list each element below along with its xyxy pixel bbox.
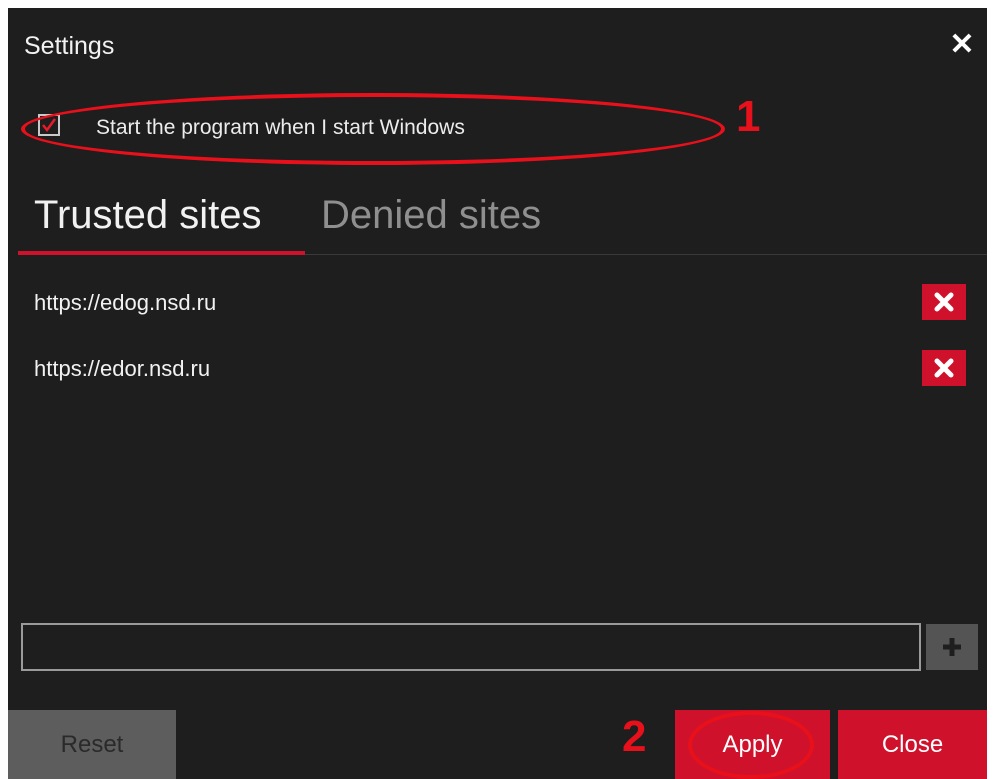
new-site-input[interactable] xyxy=(21,623,921,671)
dialog-title: Settings xyxy=(24,32,115,60)
tab-trusted-sites[interactable]: Trusted sites xyxy=(34,193,261,238)
annotation-ellipse-2 xyxy=(688,711,814,779)
list-item: https://edor.nsd.ru xyxy=(8,350,987,390)
delete-site-button[interactable] xyxy=(922,284,966,320)
close-button[interactable]: Close xyxy=(838,710,987,779)
delete-icon xyxy=(934,358,954,378)
delete-site-button[interactable] xyxy=(922,350,966,386)
annotation-ellipse-1 xyxy=(21,93,725,165)
delete-icon xyxy=(934,292,954,312)
active-tab-indicator xyxy=(18,251,305,255)
reset-button[interactable]: Reset xyxy=(8,710,176,779)
close-icon[interactable]: ✕ xyxy=(945,28,979,62)
annotation-marker-1: 1 xyxy=(736,92,761,141)
plus-icon xyxy=(943,638,961,656)
tab-denied-sites[interactable]: Denied sites xyxy=(321,193,541,238)
add-site-button[interactable] xyxy=(926,624,978,670)
annotation-marker-2: 2 xyxy=(622,712,647,761)
site-url: https://edor.nsd.ru xyxy=(34,356,211,381)
list-item: https://edog.nsd.ru xyxy=(8,284,987,324)
site-url: https://edog.nsd.ru xyxy=(34,290,217,315)
settings-dialog: Settings ✕ Start the program when I star… xyxy=(8,8,987,779)
